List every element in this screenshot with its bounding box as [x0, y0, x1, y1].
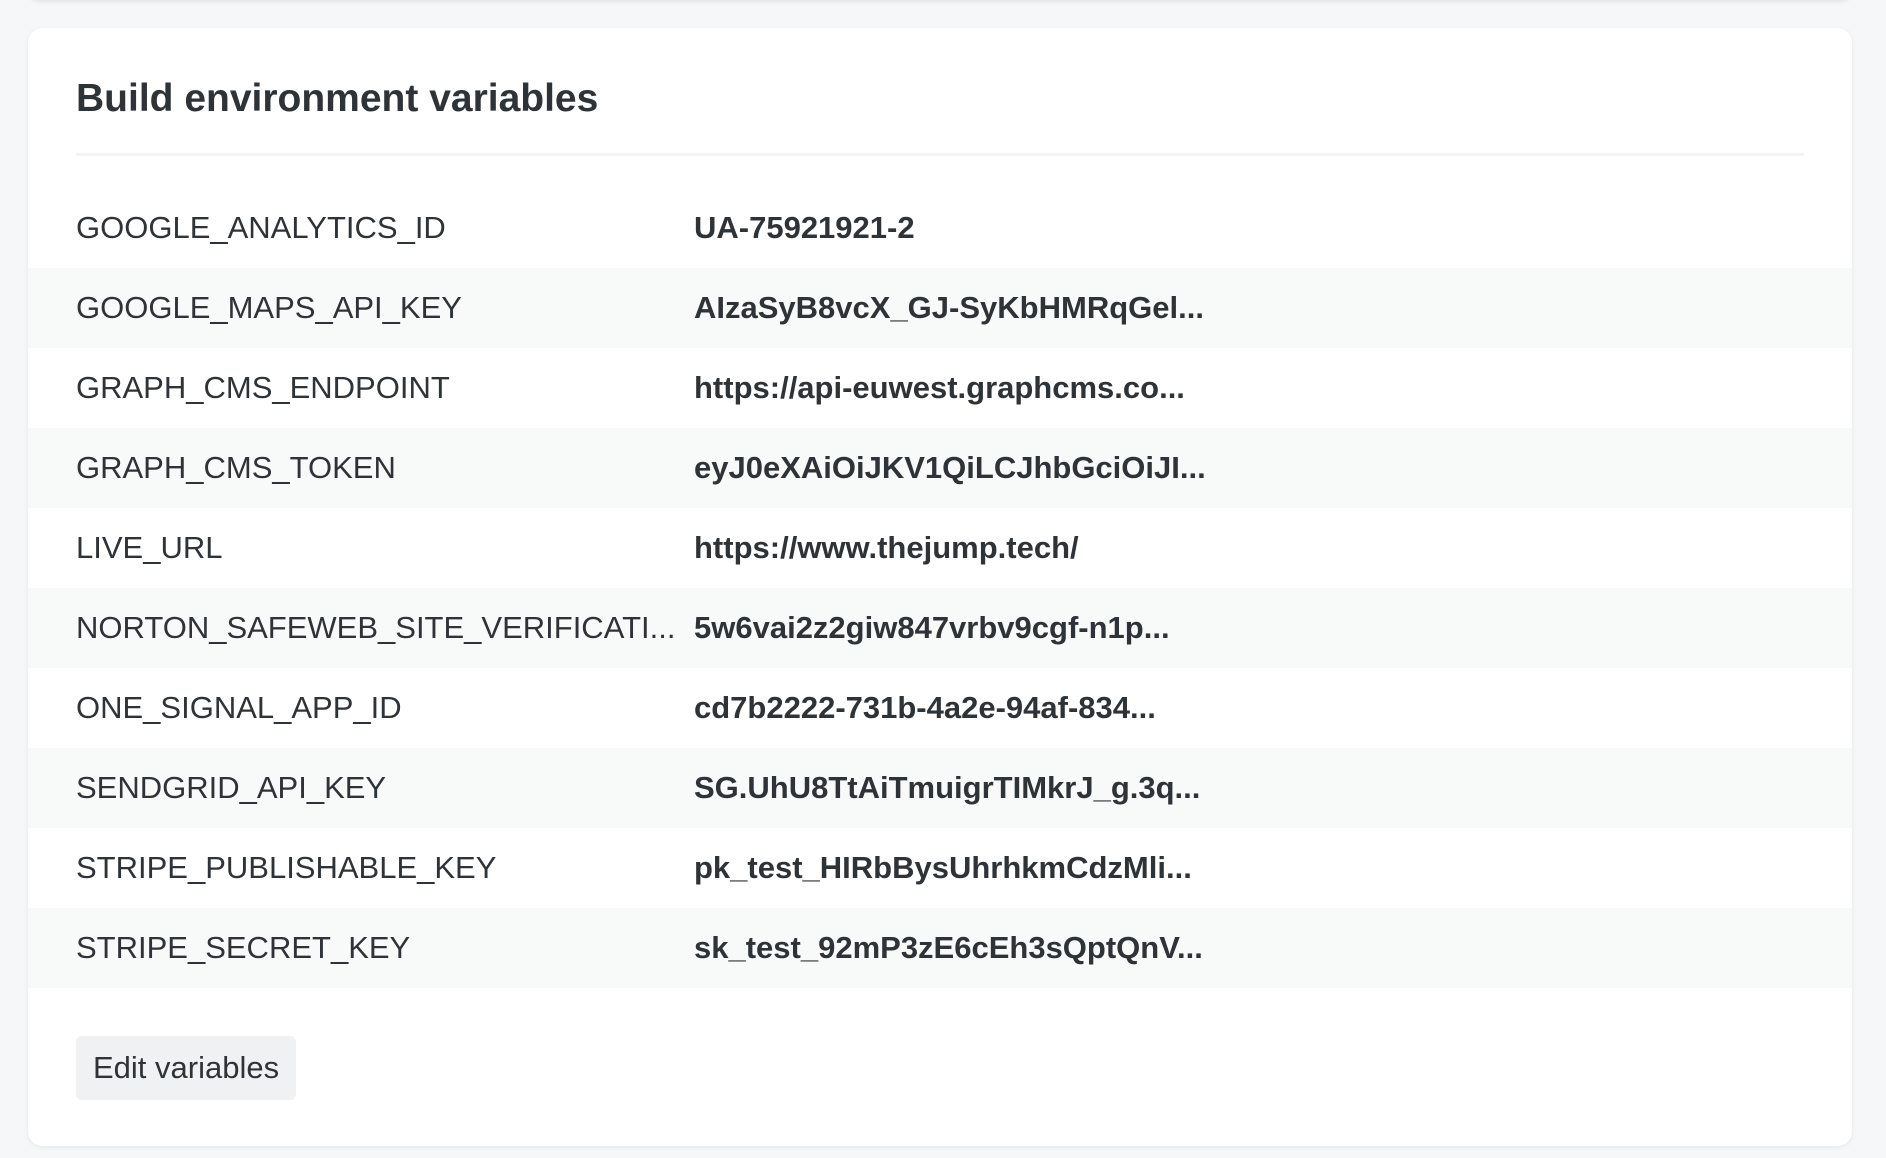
- variable-row: SENDGRID_API_KEY SG.UhU8TtAiTmuigrTIMkrJ…: [28, 748, 1852, 828]
- variable-row: GRAPH_CMS_ENDPOINT https://api-euwest.gr…: [28, 348, 1852, 428]
- variable-value: SG.UhU8TtAiTmuigrTIMkrJ_g.3q...: [694, 770, 1201, 805]
- variable-key: GRAPH_CMS_TOKEN: [76, 450, 396, 485]
- build-env-vars-card: Build environment variables GOOGLE_ANALY…: [28, 28, 1852, 1146]
- variable-value: cd7b2222-731b-4a2e-94af-834...: [694, 690, 1156, 725]
- variable-key: LIVE_URL: [76, 530, 223, 565]
- variable-value: pk_test_HIRbBysUhrhkmCdzMli...: [694, 850, 1192, 885]
- variable-row: GRAPH_CMS_TOKEN eyJ0eXAiOiJKV1QiLCJhbGci…: [28, 428, 1852, 508]
- variable-row: GOOGLE_ANALYTICS_ID UA-75921921-2: [28, 188, 1852, 268]
- variable-key: ONE_SIGNAL_APP_ID: [76, 690, 402, 725]
- variable-key: GOOGLE_MAPS_API_KEY: [76, 290, 462, 325]
- variable-row: ONE_SIGNAL_APP_ID cd7b2222-731b-4a2e-94a…: [28, 668, 1852, 748]
- variable-value: eyJ0eXAiOiJKV1QiLCJhbGciOiJI...: [694, 450, 1206, 485]
- card-title: Build environment variables: [76, 77, 599, 120]
- variable-row: STRIPE_PUBLISHABLE_KEY pk_test_HIRbBysUh…: [28, 828, 1852, 908]
- variables-table: GOOGLE_ANALYTICS_ID UA-75921921-2 GOOGLE…: [28, 188, 1852, 988]
- variable-value: https://api-euwest.graphcms.co...: [694, 370, 1185, 405]
- variable-key: STRIPE_PUBLISHABLE_KEY: [76, 850, 497, 885]
- variable-key: GRAPH_CMS_ENDPOINT: [76, 370, 450, 405]
- variable-row: NORTON_SAFEWEB_SITE_VERIFICATI... 5w6vai…: [28, 588, 1852, 668]
- variable-row: GOOGLE_MAPS_API_KEY AIzaSyB8vcX_GJ-SyKbH…: [28, 268, 1852, 348]
- variable-row: LIVE_URL https://www.thejump.tech/: [28, 508, 1852, 588]
- card-header: Build environment variables: [76, 28, 1804, 156]
- variable-value: UA-75921921-2: [694, 210, 915, 245]
- variable-value: sk_test_92mP3zE6cEh3sQptQnV...: [694, 930, 1203, 965]
- variable-row: STRIPE_SECRET_KEY sk_test_92mP3zE6cEh3sQ…: [28, 908, 1852, 988]
- variable-value: https://www.thejump.tech/: [694, 530, 1079, 565]
- variable-key: GOOGLE_ANALYTICS_ID: [76, 210, 446, 245]
- edit-variables-button[interactable]: Edit variables: [76, 1036, 297, 1100]
- variable-value: AIzaSyB8vcX_GJ-SyKbHMRqGel...: [694, 290, 1204, 325]
- variable-key: SENDGRID_API_KEY: [76, 770, 387, 805]
- variable-key: STRIPE_SECRET_KEY: [76, 930, 411, 965]
- variable-value: 5w6vai2z2giw847vrbv9cgf-n1p...: [694, 610, 1170, 645]
- variable-key: NORTON_SAFEWEB_SITE_VERIFICATI...: [76, 610, 676, 645]
